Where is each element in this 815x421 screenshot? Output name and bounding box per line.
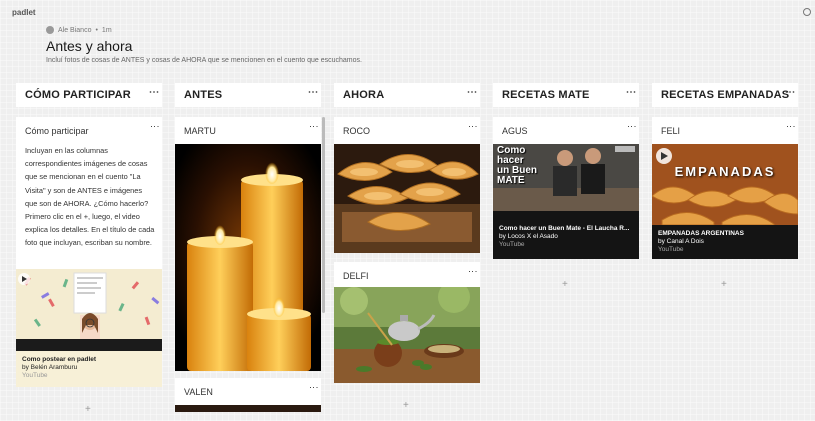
column-title: RECETAS EMPANADAS — [661, 89, 790, 101]
author-line: Ale Bianco • 1m — [46, 26, 362, 34]
top-bar: padlet — [0, 0, 815, 20]
empanadas-video-thumbnail-icon — [652, 144, 798, 225]
candles-image[interactable] — [175, 144, 321, 371]
post-image[interactable] — [175, 405, 321, 412]
author-name: Ale Bianco — [58, 26, 92, 34]
column-header-ahora[interactable]: AHORA ⋮ — [334, 83, 480, 107]
add-post-button[interactable]: + — [85, 404, 91, 415]
post-title: AGUS — [502, 126, 528, 136]
video-thumbnail[interactable]: Como hacer un Buen MATE — [493, 144, 639, 211]
video-title: Como postear en padlet — [22, 356, 97, 363]
post-time: 1m — [101, 26, 112, 34]
add-post-button[interactable]: + — [721, 279, 727, 290]
mate-photo-icon — [334, 287, 480, 383]
column-title: CÓMO PARTICIPAR — [25, 89, 131, 101]
post-body: Incluyan en las columnas correspondiente… — [25, 146, 155, 248]
video-source: YouTube — [658, 246, 684, 253]
post-card-agus[interactable]: AGUS ⋮ Como hacer un Buen MATE Como hace… — [493, 117, 639, 259]
video-thumbnail[interactable] — [16, 269, 162, 351]
column-title: RECETAS MATE — [502, 89, 590, 101]
video-title: Como hacer un Buen Mate - El Laucha R... — [499, 225, 630, 232]
more-options-icon[interactable]: ⋮ — [309, 383, 319, 391]
more-options-icon[interactable]: ⋮ — [625, 87, 636, 96]
post-title: FELI — [661, 126, 681, 136]
column-header-como-participar[interactable]: CÓMO PARTICIPAR ⋮ — [16, 83, 162, 107]
post-title: DELFI — [343, 271, 369, 281]
padlet-tutorial-thumbnail-icon — [16, 269, 162, 351]
more-options-icon[interactable]: ⋮ — [468, 122, 478, 130]
video-source: YouTube — [22, 372, 48, 379]
video-embed-info[interactable]: EMPANADAS ARGENTINAS by Canal A Dois You… — [652, 225, 798, 259]
post-title: Cómo participar — [25, 126, 89, 136]
video-author: by Locos X el Asado — [499, 233, 558, 240]
post-card-roco[interactable]: ROCO ⋮ — [334, 117, 480, 253]
more-options-icon[interactable]: ⋮ — [468, 267, 478, 275]
empanadas-photo-icon — [334, 144, 480, 253]
post-card-delfi[interactable]: DELFI ⋮ — [334, 262, 480, 383]
video-author: by Canal A Dois — [658, 238, 704, 245]
post-card-feli[interactable]: FELI ⋮ EMPANADAS EMPANADAS ARGENTINAS by… — [652, 117, 798, 259]
video-author: by Belén Aramburu — [22, 364, 78, 371]
video-thumbnail[interactable]: EMPANADAS — [652, 144, 798, 225]
column-header-recetas-empanadas[interactable]: RECETAS EMPANADAS ⋮ — [652, 83, 798, 107]
search-icon[interactable] — [803, 8, 811, 16]
candles-photo-icon — [175, 144, 321, 371]
more-options-icon[interactable]: ⋮ — [786, 122, 796, 130]
more-options-icon[interactable]: ⋮ — [309, 122, 319, 130]
post-card-martu[interactable]: MARTU ⋮ — [175, 117, 321, 371]
post-title: MARTU — [184, 126, 216, 136]
video-embed-info[interactable]: Como postear en padlet by Belén Aramburu… — [16, 351, 162, 387]
video-thumbnail-caption: Como hacer un Buen MATE — [497, 145, 537, 186]
post-card-como-participar[interactable]: Cómo participar ⋮ Incluyan en las column… — [16, 117, 162, 387]
page-description: Incluí fotos de cosas de ANTES y cosas d… — [46, 57, 362, 64]
more-options-icon[interactable]: ⋮ — [466, 87, 477, 96]
video-title: EMPANADAS ARGENTINAS — [658, 230, 744, 237]
post-card-valen[interactable]: VALEN ⋮ — [175, 378, 321, 412]
avatar — [46, 26, 54, 34]
video-embed-info[interactable]: Como hacer un Buen Mate - El Laucha R...… — [493, 211, 639, 259]
more-options-icon[interactable]: ⋮ — [784, 87, 795, 96]
padlet-header: Ale Bianco • 1m Antes y ahora Incluí fot… — [46, 26, 362, 64]
more-options-icon[interactable]: ⋮ — [148, 87, 159, 96]
column-header-recetas-mate[interactable]: RECETAS MATE ⋮ — [493, 83, 639, 107]
column-title: AHORA — [343, 89, 385, 101]
column-header-antes[interactable]: ANTES ⋮ — [175, 83, 321, 107]
video-source: YouTube — [499, 241, 525, 248]
more-options-icon[interactable]: ⋮ — [627, 122, 637, 130]
mate-image[interactable] — [334, 287, 480, 383]
more-options-icon[interactable]: ⋮ — [150, 122, 160, 130]
column-title: ANTES — [184, 89, 223, 101]
post-title: VALEN — [184, 387, 213, 397]
post-title: ROCO — [343, 126, 370, 136]
video-thumbnail-caption: EMPANADAS — [674, 164, 776, 179]
page-title: Antes y ahora — [46, 38, 133, 54]
empanadas-image[interactable] — [334, 144, 480, 253]
padlet-logo[interactable]: padlet — [12, 8, 36, 17]
add-post-button[interactable]: + — [562, 279, 568, 290]
column-scrollbar[interactable] — [322, 117, 325, 313]
more-options-icon[interactable]: ⋮ — [307, 87, 318, 96]
separator-dot: • — [95, 26, 98, 34]
add-post-button[interactable]: + — [403, 400, 409, 411]
